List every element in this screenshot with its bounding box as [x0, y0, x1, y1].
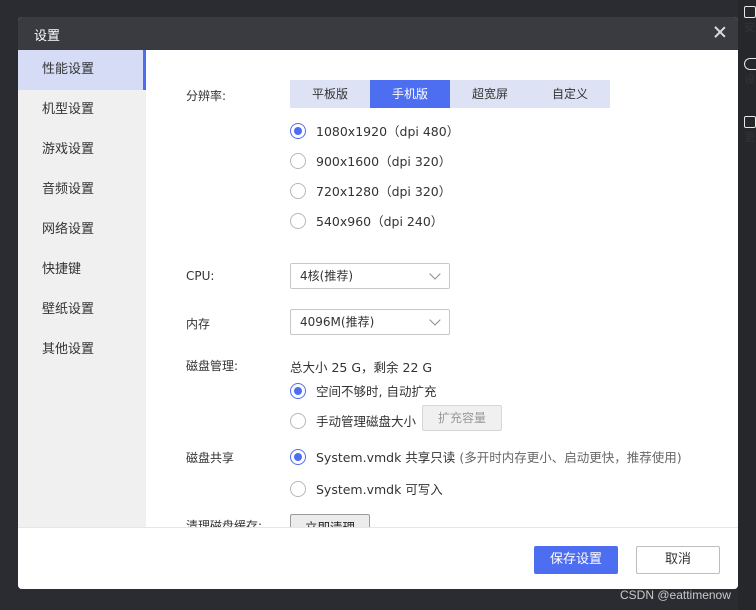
- close-icon[interactable]: [712, 24, 728, 40]
- resolution-option-720[interactable]: 720x1280（dpi 320）: [290, 181, 451, 200]
- chevron-down-icon: [429, 314, 441, 326]
- radio-unchecked-icon: [290, 412, 306, 429]
- update-icon: [744, 116, 756, 128]
- radio-unchecked-icon: [290, 212, 306, 229]
- disk-manual-manage-option[interactable]: 手动管理磁盘大小: [290, 411, 416, 430]
- dialog-footer: 保存设置 取消: [18, 527, 738, 589]
- app-icon: [744, 6, 756, 18]
- background-item-security[interactable]: 安: [744, 6, 756, 34]
- disk-share-readonly-hint: (多开时内存更小、启动更快，推荐使用): [459, 450, 682, 465]
- resolution-tabs: 平板版 手机版 超宽屏 自定义: [290, 80, 610, 108]
- sidebar-item-shortcuts[interactable]: 快捷键: [18, 250, 146, 290]
- sidebar-item-wallpaper[interactable]: 壁纸设置: [18, 290, 146, 330]
- radio-checked-icon: [290, 122, 306, 139]
- cpu-select-value: 4核(推荐): [300, 269, 353, 283]
- dialog-title: 设置: [34, 29, 61, 44]
- tab-phone[interactable]: 手机版: [370, 80, 450, 108]
- background-app-strip: [738, 0, 756, 610]
- resolution-option-540[interactable]: 540x960（dpi 240）: [290, 211, 443, 230]
- disk-share-writable-option[interactable]: System.vmdk 可写入: [290, 479, 443, 498]
- expand-capacity-button[interactable]: 扩充容量: [422, 405, 502, 431]
- save-button[interactable]: 保存设置: [534, 546, 618, 574]
- cpu-select[interactable]: 4核(推荐): [290, 263, 450, 289]
- sidebar-item-other[interactable]: 其他设置: [18, 330, 146, 370]
- chevron-down-icon: [429, 268, 441, 280]
- memory-select[interactable]: 4096M(推荐): [290, 309, 450, 335]
- disk-size-summary: 总大小 25 G，剩余 22 G: [290, 360, 433, 375]
- sidebar-item-game[interactable]: 游戏设置: [18, 130, 146, 170]
- settings-content: 分辨率: 平板版 手机版 超宽屏 自定义 1080x1920（dpi 480） …: [146, 50, 738, 541]
- settings-icon: [744, 58, 756, 70]
- sidebar-item-audio[interactable]: 音频设置: [18, 170, 146, 210]
- disk-share-label: 磁盘共享: [186, 451, 235, 465]
- background-item-update[interactable]: 更: [744, 116, 756, 144]
- radio-checked-icon: [290, 382, 306, 399]
- tab-ultrawide[interactable]: 超宽屏: [450, 80, 530, 108]
- resolution-label: 分辨率:: [186, 89, 227, 103]
- tab-tablet[interactable]: 平板版: [290, 80, 370, 108]
- resolution-option-900[interactable]: 900x1600（dpi 320）: [290, 151, 451, 170]
- resolution-option-1080[interactable]: 1080x1920（dpi 480）: [290, 121, 459, 140]
- disk-management-label: 磁盘管理:: [186, 359, 239, 373]
- memory-label: 内存: [186, 317, 211, 331]
- dialog-titlebar: 设置: [18, 17, 738, 50]
- radio-unchecked-icon: [290, 152, 306, 169]
- disk-share-readonly-option[interactable]: System.vmdk 共享只读 (多开时内存更小、启动更快，推荐使用): [290, 447, 682, 466]
- settings-sidebar: 性能设置 机型设置 游戏设置 音频设置 网络设置 快捷键 壁纸设置 其他设置: [18, 50, 146, 527]
- disk-auto-expand-option[interactable]: 空间不够时, 自动扩充: [290, 381, 436, 400]
- radio-unchecked-icon: [290, 480, 306, 497]
- background-item-settings[interactable]: 设: [744, 58, 756, 86]
- cpu-label: CPU:: [186, 269, 215, 283]
- radio-unchecked-icon: [290, 182, 306, 199]
- memory-select-value: 4096M(推荐): [300, 315, 375, 329]
- sidebar-item-network[interactable]: 网络设置: [18, 210, 146, 250]
- watermark: CSDN @eattimenow: [620, 588, 731, 602]
- sidebar-item-device-model[interactable]: 机型设置: [18, 90, 146, 130]
- cancel-button[interactable]: 取消: [636, 546, 720, 574]
- radio-checked-icon: [290, 448, 306, 465]
- sidebar-item-performance[interactable]: 性能设置: [18, 50, 146, 90]
- tab-custom[interactable]: 自定义: [530, 80, 610, 108]
- settings-dialog: 设置 性能设置 机型设置 游戏设置 音频设置 网络设置 快捷键 壁纸设置 其他设…: [18, 17, 738, 589]
